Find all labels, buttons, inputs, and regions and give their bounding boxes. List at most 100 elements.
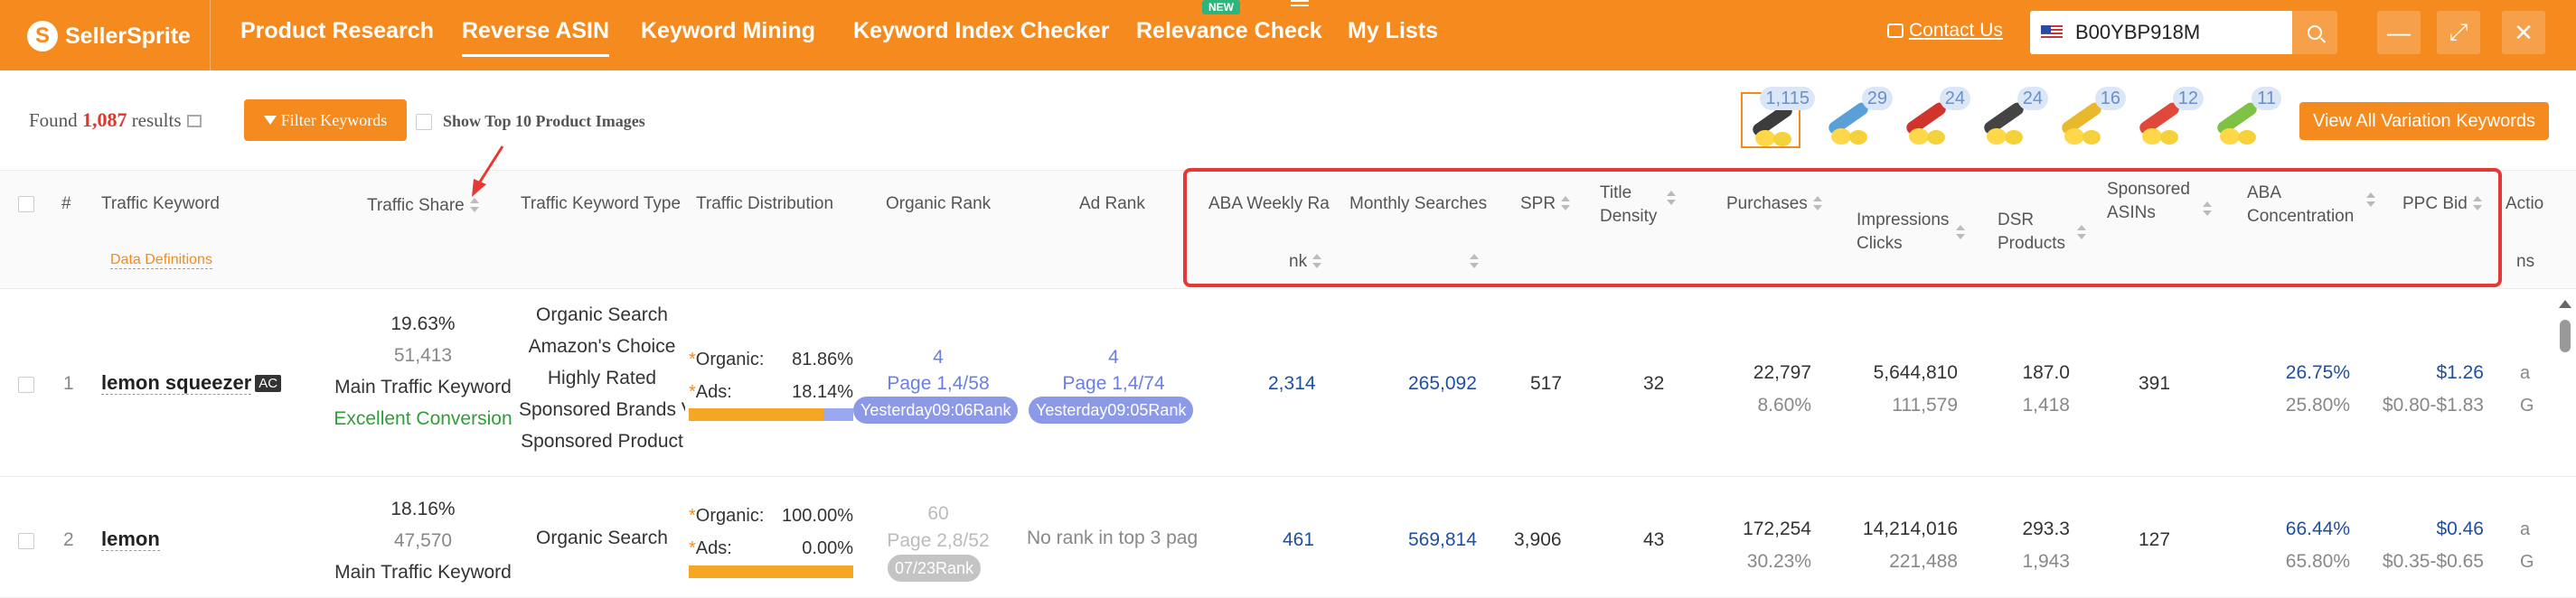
organic-percent: 100.00% [782, 506, 853, 526]
organic-rank-cell[interactable]: 4 Page 1,4/58 [853, 344, 1023, 397]
aba-concentration-cell: 66.44% 65.80% [2251, 513, 2350, 578]
row-checkbox[interactable] [18, 533, 34, 549]
show-top-images-checkbox[interactable] [416, 114, 432, 130]
ad-rank-page: Page 1,4/74 [1062, 373, 1165, 394]
nav-relevance-check[interactable]: Relevance Check [1136, 18, 1322, 44]
variation-thumbnail[interactable]: 24 [1896, 87, 1970, 152]
vertical-scrollbar[interactable] [2554, 289, 2574, 598]
purchases-cell: 172,254 30.23% [1721, 513, 1811, 578]
variation-keyword-count: 11 [2252, 87, 2281, 110]
scrollbar-thumb[interactable] [2560, 320, 2571, 352]
aba-rank-value[interactable]: 461 [1283, 529, 1314, 551]
variation-thumbnail[interactable]: 24 [1974, 87, 2048, 152]
variation-thumbnail[interactable]: 12 [2129, 87, 2204, 152]
variation-thumbnail[interactable]: 11 [2207, 87, 2281, 152]
variation-thumbnail[interactable]: 1,115 [1741, 87, 1815, 152]
scroll-up-icon[interactable] [2559, 300, 2571, 308]
found-count: 1,087 [81, 108, 127, 131]
data-definitions-link[interactable]: Data Definitions [110, 252, 212, 269]
search-icon [2308, 25, 2322, 40]
organic-rank-time-tag: 07/23Rank [888, 555, 982, 582]
aba-rank-value[interactable]: 2,314 [1268, 373, 1316, 395]
keyword-cell: lemon squeezer AC [101, 371, 282, 395]
table-row[interactable]: 2 lemon 18.16% 47,570 Main Traffic Keywo… [0, 477, 2576, 598]
col-ad-rank: Ad Rank [1079, 194, 1145, 213]
expand-button[interactable]: ⤢ [2437, 11, 2480, 54]
keyword-link[interactable]: lemon [101, 528, 160, 551]
nav-keyword-index-checker[interactable]: Keyword Index Checker [853, 18, 1109, 44]
brand-divider [210, 0, 211, 70]
ppc-bid-range: $0.80-$1.83 [2382, 395, 2484, 416]
expand-icon: ⤢ [2449, 18, 2468, 45]
keyword-cell: lemon [101, 528, 160, 551]
close-button[interactable]: ✕ [2502, 11, 2545, 54]
menu-icon[interactable] [1291, 0, 1309, 11]
google-icon[interactable]: G [2520, 389, 2534, 422]
view-all-variation-keywords-button[interactable]: View All Variation Keywords [2299, 102, 2549, 140]
organic-percent: 81.86% [792, 350, 853, 369]
variation-keyword-count: 29 [1861, 87, 1893, 110]
organic-rank-cell[interactable]: 60 Page 2,8/52 [853, 500, 1023, 555]
dsr-cell: 293.3 1,943 [1970, 513, 2070, 578]
table-row[interactable]: 1 lemon squeezer AC 19.63% 51,413 Main Tr… [0, 290, 2576, 477]
row-index: 2 [63, 529, 74, 550]
monthly-searches-value[interactable]: 569,814 [1408, 529, 1477, 551]
dsr-value: 293.3 [2022, 519, 2070, 539]
search-button[interactable] [2292, 11, 2337, 54]
keyword-link[interactable]: lemon squeezer [101, 371, 252, 395]
dsr-cell: 187.0 1,418 [1970, 357, 2070, 422]
nav-reverse-asin[interactable]: Reverse ASIN [462, 18, 610, 57]
amazon-icon[interactable]: a [2520, 513, 2534, 546]
nav-keyword-mining[interactable]: Keyword Mining [641, 18, 815, 44]
organic-rank-position: 60 [927, 503, 949, 524]
asin-search-input[interactable] [2075, 21, 2274, 44]
row-checkbox[interactable] [18, 377, 34, 393]
ppc-bid-value: $1.26 [2436, 362, 2484, 383]
traffic-share-cell: 18.16% 47,570 Main Traffic Keyword [333, 493, 513, 588]
variation-keyword-count: 24 [1939, 87, 1970, 110]
aba-concentration-value: 26.75% [2285, 362, 2350, 383]
ppc-bid-cell: $0.46 $0.35-$0.65 [2375, 513, 2484, 578]
monthly-searches-value[interactable]: 265,092 [1408, 373, 1477, 395]
sort-icon[interactable] [469, 198, 479, 212]
brand-logo[interactable]: S SellerSprite [27, 16, 191, 56]
new-badge: NEW [1202, 0, 1240, 14]
ad-rank-position: 4 [1108, 347, 1119, 368]
minimize-icon: — [2387, 18, 2411, 46]
us-flag-icon[interactable] [2041, 25, 2063, 40]
organic-rank-page: Page 1,4/58 [887, 373, 990, 394]
clicks-value: 111,579 [1892, 395, 1958, 416]
keyword-type: Organic Search [536, 304, 668, 325]
col-traffic-distribution: Traffic Distribution [696, 194, 834, 213]
annotation-arrow [472, 145, 504, 197]
sponsored-asins-value: 391 [2139, 373, 2171, 394]
col-actions: Actio [2505, 194, 2544, 213]
nav-my-lists[interactable]: My Lists [1348, 18, 1438, 44]
purchases-value: 172,254 [1743, 519, 1811, 539]
ad-rank-cell[interactable]: 4 Page 1,4/74 [1029, 344, 1199, 397]
google-icon[interactable]: G [2520, 546, 2534, 578]
purchases-cell: 22,797 8.60% [1721, 357, 1811, 422]
purchases-percent: 8.60% [1757, 395, 1811, 416]
organic-label: Organic: [695, 350, 765, 369]
found-prefix: Found [29, 109, 78, 131]
variation-thumbnail[interactable]: 29 [1819, 87, 1893, 152]
close-icon: ✕ [2514, 18, 2534, 46]
col-traffic-share[interactable]: Traffic Share [367, 194, 479, 218]
keyword-type: Amazon's Choice [528, 336, 676, 357]
export-icon[interactable] [186, 115, 202, 127]
keyword-type: Organic Search [536, 528, 668, 548]
col-traffic-keyword-type: Traffic Keyword Type [521, 194, 682, 213]
select-all-checkbox[interactable] [18, 196, 34, 212]
contact-us-link[interactable]: Contact Us [1887, 20, 2003, 42]
filter-keywords-button[interactable]: Filter Keywords [244, 99, 407, 141]
results-count: Found 1,087 results [29, 108, 202, 132]
ads-percent: 0.00% [802, 538, 853, 558]
variation-thumbnail[interactable]: 16 [2052, 87, 2126, 152]
traffic-share-cell: 19.63% 51,413 Main Traffic Keyword Excel… [333, 308, 513, 434]
amazon-icon[interactable]: a [2520, 357, 2534, 389]
minimize-button[interactable]: — [2377, 11, 2421, 54]
title-density-value: 32 [1643, 373, 1665, 394]
nav-product-research[interactable]: Product Research [240, 18, 434, 44]
aba-concentration-cell: 26.75% 25.80% [2251, 357, 2350, 422]
